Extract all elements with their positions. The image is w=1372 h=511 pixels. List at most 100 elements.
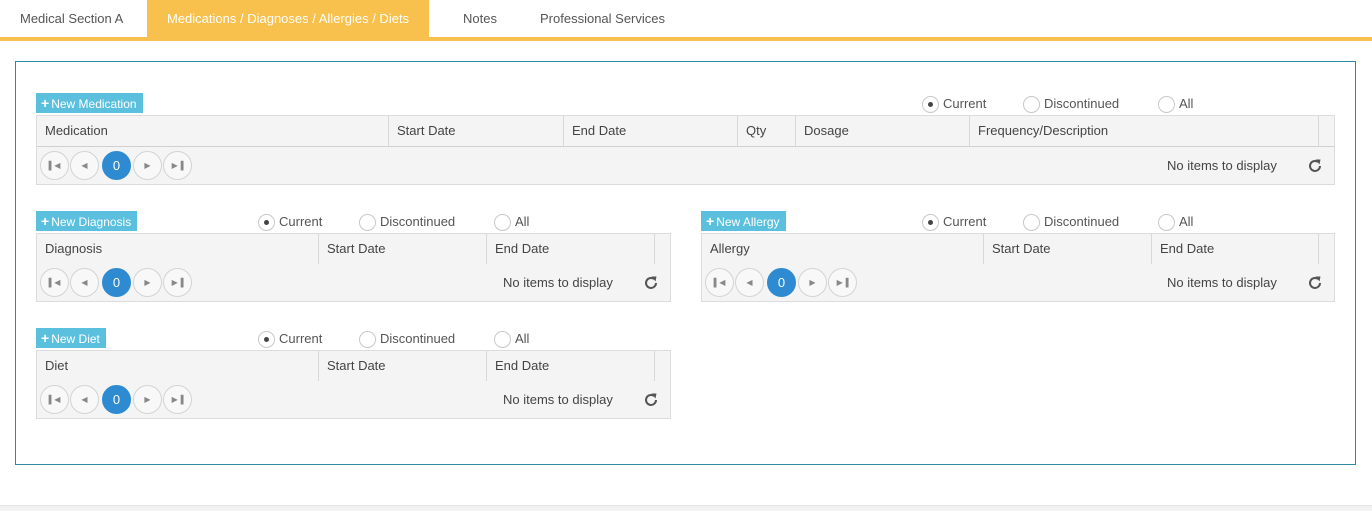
radio-selected-icon bbox=[922, 214, 939, 231]
current-page[interactable]: 0 bbox=[767, 268, 796, 297]
column-header-frequency-description[interactable]: Frequency/Description bbox=[969, 116, 1318, 146]
new-allergy-label: New Allergy bbox=[716, 215, 780, 229]
no-items-text: No items to display bbox=[1167, 275, 1277, 290]
header-scrollbar-spacer bbox=[654, 234, 670, 264]
column-header-start-date[interactable]: Start Date bbox=[318, 234, 486, 264]
current-page[interactable]: 0 bbox=[102, 268, 131, 297]
radio-label: All bbox=[515, 214, 530, 229]
medication-pager: ▌◀ ◀ 0 ▶ ▶▐ No items to display bbox=[37, 147, 1334, 184]
next-page-icon[interactable]: ▶ bbox=[133, 268, 162, 297]
refresh-icon[interactable] bbox=[1306, 274, 1324, 292]
diet-filter: Current Discontinued All bbox=[258, 329, 558, 349]
allergy-filter: Current Discontinued All bbox=[922, 212, 1222, 232]
last-page-icon[interactable]: ▶▐ bbox=[163, 385, 192, 414]
column-header-start-date[interactable]: Start Date bbox=[318, 351, 486, 381]
new-diet-label: New Diet bbox=[51, 332, 100, 346]
medication-grid-header: Medication Start Date End Date Qty Dosag… bbox=[37, 116, 1334, 147]
allergy-pager: ▌◀ ◀ 0 ▶ ▶▐ No items to display bbox=[702, 264, 1334, 301]
medication-filter: Current Discontinued All bbox=[922, 94, 1222, 114]
radio-label: Discontinued bbox=[1044, 96, 1120, 111]
plus-icon: + bbox=[41, 95, 50, 111]
current-page[interactable]: 0 bbox=[102, 151, 131, 180]
diet-pager: ▌◀ ◀ 0 ▶ ▶▐ No items to display bbox=[37, 381, 670, 418]
no-items-text: No items to display bbox=[503, 275, 613, 290]
first-page-icon[interactable]: ▌◀ bbox=[705, 268, 734, 297]
column-header-end-date[interactable]: End Date bbox=[1151, 234, 1318, 264]
no-items-text: No items to display bbox=[1167, 158, 1277, 173]
column-header-diet[interactable]: Diet bbox=[37, 351, 318, 381]
first-page-icon[interactable]: ▌◀ bbox=[40, 151, 69, 180]
diagnosis-filter: Current Discontinued All bbox=[258, 212, 558, 232]
radio-label: Discontinued bbox=[380, 331, 456, 346]
diagnosis-pager: ▌◀ ◀ 0 ▶ ▶▐ No items to display bbox=[37, 264, 670, 301]
radio-label: Current bbox=[943, 214, 987, 229]
refresh-icon[interactable] bbox=[1306, 157, 1324, 175]
first-page-icon[interactable]: ▌◀ bbox=[40, 385, 69, 414]
last-page-icon[interactable]: ▶▐ bbox=[828, 268, 857, 297]
next-page-icon[interactable]: ▶ bbox=[133, 385, 162, 414]
new-diagnosis-label: New Diagnosis bbox=[51, 215, 132, 229]
radio-icon bbox=[1158, 96, 1175, 113]
column-header-diagnosis[interactable]: Diagnosis bbox=[37, 234, 318, 264]
radio-label: All bbox=[1179, 96, 1194, 111]
radio-label: Current bbox=[279, 214, 323, 229]
header-scrollbar-spacer bbox=[654, 351, 670, 381]
no-items-text: No items to display bbox=[503, 392, 613, 407]
radio-selected-icon bbox=[258, 331, 275, 348]
radio-label: All bbox=[1179, 214, 1194, 229]
prev-page-icon[interactable]: ◀ bbox=[70, 268, 99, 297]
tab-medications-diagnoses-allergies-diets[interactable]: Medications / Diagnoses / Allergies / Di… bbox=[147, 0, 430, 37]
prev-page-icon[interactable]: ◀ bbox=[735, 268, 764, 297]
allergy-grid: Allergy Start Date End Date ▌◀ ◀ 0 ▶ ▶▐ … bbox=[701, 233, 1335, 302]
tab-bar: Medical Section A Medications / Diagnose… bbox=[0, 0, 1372, 41]
new-medication-button[interactable]: + New Medication bbox=[36, 93, 143, 113]
column-header-qty[interactable]: Qty bbox=[737, 116, 795, 146]
column-header-allergy[interactable]: Allergy bbox=[702, 234, 983, 264]
plus-icon: + bbox=[41, 330, 50, 346]
first-page-icon[interactable]: ▌◀ bbox=[40, 268, 69, 297]
radio-label: All bbox=[515, 331, 530, 346]
new-diet-button[interactable]: + New Diet bbox=[36, 328, 106, 348]
radio-icon bbox=[1023, 214, 1040, 231]
radio-label: Current bbox=[279, 331, 323, 346]
radio-label: Current bbox=[943, 96, 987, 111]
tab-professional-services[interactable]: Professional Services bbox=[520, 0, 685, 37]
column-header-end-date[interactable]: End Date bbox=[563, 116, 737, 146]
diet-grid: Diet Start Date End Date ▌◀ ◀ 0 ▶ ▶▐ No … bbox=[36, 350, 671, 419]
column-header-start-date[interactable]: Start Date bbox=[983, 234, 1151, 264]
new-medication-label: New Medication bbox=[51, 97, 137, 111]
diet-grid-header: Diet Start Date End Date bbox=[37, 351, 670, 382]
allergy-grid-header: Allergy Start Date End Date bbox=[702, 234, 1334, 265]
prev-page-icon[interactable]: ◀ bbox=[70, 151, 99, 180]
radio-icon bbox=[359, 214, 376, 231]
current-page[interactable]: 0 bbox=[102, 385, 131, 414]
column-header-dosage[interactable]: Dosage bbox=[795, 116, 969, 146]
column-header-medication[interactable]: Medication bbox=[37, 116, 388, 146]
column-header-end-date[interactable]: End Date bbox=[486, 234, 654, 264]
diagnosis-grid-header: Diagnosis Start Date End Date bbox=[37, 234, 670, 265]
next-page-icon[interactable]: ▶ bbox=[798, 268, 827, 297]
column-header-start-date[interactable]: Start Date bbox=[388, 116, 563, 146]
refresh-icon[interactable] bbox=[642, 391, 660, 409]
radio-icon bbox=[1158, 214, 1175, 231]
tab-medical-section-a[interactable]: Medical Section A bbox=[0, 0, 143, 37]
column-header-end-date[interactable]: End Date bbox=[486, 351, 654, 381]
new-allergy-button[interactable]: + New Allergy bbox=[701, 211, 786, 231]
plus-icon: + bbox=[706, 213, 715, 229]
prev-page-icon[interactable]: ◀ bbox=[70, 385, 99, 414]
radio-icon bbox=[494, 214, 511, 231]
refresh-icon[interactable] bbox=[642, 274, 660, 292]
radio-selected-icon bbox=[922, 96, 939, 113]
footer-divider bbox=[0, 505, 1372, 511]
radio-icon bbox=[1023, 96, 1040, 113]
next-page-icon[interactable]: ▶ bbox=[133, 151, 162, 180]
radio-label: Discontinued bbox=[380, 214, 456, 229]
diagnosis-grid: Diagnosis Start Date End Date ▌◀ ◀ 0 ▶ ▶… bbox=[36, 233, 671, 302]
tab-notes[interactable]: Notes bbox=[443, 0, 517, 37]
last-page-icon[interactable]: ▶▐ bbox=[163, 268, 192, 297]
radio-selected-icon bbox=[258, 214, 275, 231]
new-diagnosis-button[interactable]: + New Diagnosis bbox=[36, 211, 138, 231]
header-scrollbar-spacer bbox=[1318, 116, 1334, 146]
last-page-icon[interactable]: ▶▐ bbox=[163, 151, 192, 180]
medication-grid: Medication Start Date End Date Qty Dosag… bbox=[36, 115, 1335, 185]
